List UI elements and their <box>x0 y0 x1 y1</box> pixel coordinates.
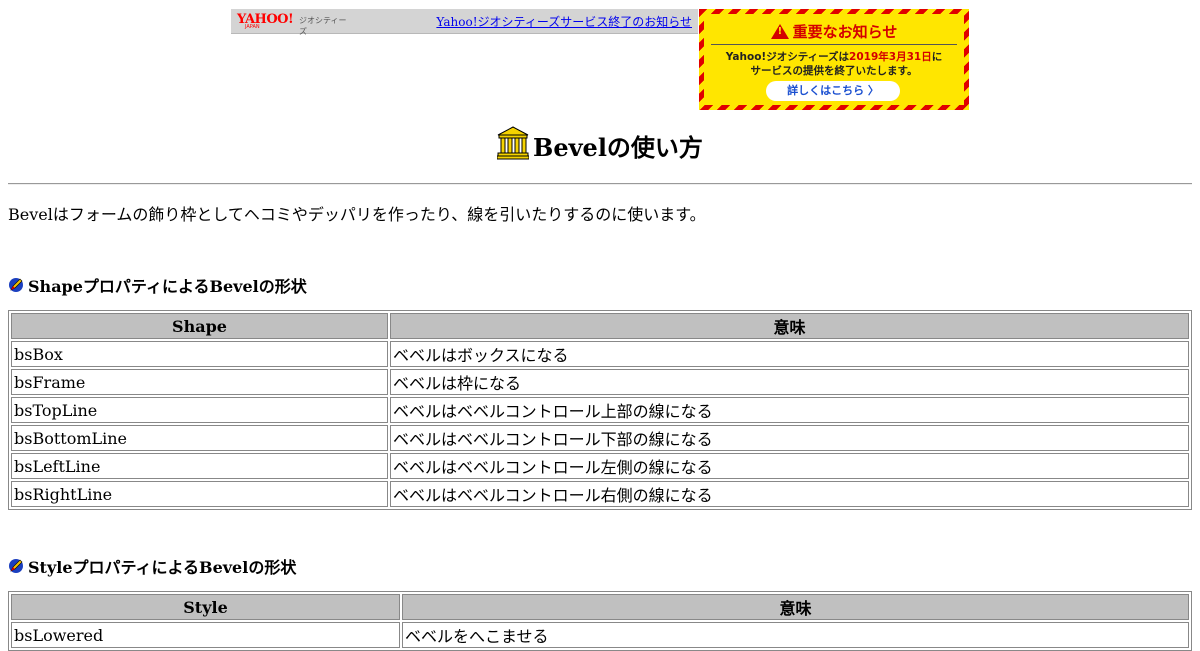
shape-value: bsRightLine <box>11 481 388 507</box>
style-section-heading: StyleプロパティによるBevelの形状 <box>28 558 297 577</box>
notice-panel: ! 重要なお知らせ Yahoo!ジオシティーズは2019年3月31日に サービスの… <box>704 14 964 105</box>
yahoo-logo[interactable]: YAHOO! JAPAN ジオシティーズ <box>237 12 349 36</box>
table-row: bsFrame ベベルは枠になる <box>11 369 1189 395</box>
table-row: bsRightLine ベベルはベベルコントロール右側の線になる <box>11 481 1189 507</box>
table-row: bsLowered ベベルをへこませる <box>11 622 1189 648</box>
shape-meaning: ベベルはボックスになる <box>390 341 1189 367</box>
yahoo-logo-service: ジオシティーズ <box>299 16 347 36</box>
table-row: bsBottomLine ベベルはベベルコントロール下部の線になる <box>11 425 1189 451</box>
warning-icon: ! <box>770 24 789 39</box>
yahoo-geocities-bar: YAHOO! JAPAN ジオシティーズ Yahoo!ジオシティーズサービス終了… <box>231 9 698 36</box>
pencil-icon <box>8 558 24 574</box>
shape-value: bsLeftLine <box>11 453 388 479</box>
style-table: Style 意味 bsLowered ベベルをへこませる <box>8 591 1192 651</box>
column-header-shape: Shape <box>11 313 388 339</box>
shape-value: bsBox <box>11 341 388 367</box>
notice-body: Yahoo!ジオシティーズは2019年3月31日に サービスの提供を終了いたしま… <box>704 50 964 78</box>
table-header-row: Shape 意味 <box>11 313 1189 339</box>
shape-value: bsTopLine <box>11 397 388 423</box>
shape-meaning: ベベルは枠になる <box>390 369 1189 395</box>
notice-details-button[interactable]: 詳しくはこちら 〉 <box>766 81 900 101</box>
shape-meaning: ベベルはベベルコントロール上部の線になる <box>390 397 1189 423</box>
intro-text: Bevelはフォームの飾り枠としてヘコミやデッパリを作ったり、線を引いたりするの… <box>8 205 706 224</box>
table-row: bsTopLine ベベルはベベルコントロール上部の線になる <box>11 397 1189 423</box>
notice-divider <box>711 44 957 45</box>
shape-meaning: ベベルはベベルコントロール下部の線になる <box>390 425 1189 451</box>
shape-table: Shape 意味 bsBox ベベルはボックスになる bsFrame ベベルは枠… <box>8 310 1192 510</box>
table-row: bsBox ベベルはボックスになる <box>11 341 1189 367</box>
shape-value: bsFrame <box>11 369 388 395</box>
notice-line2: サービスの提供を終了いたします。 <box>750 65 918 77</box>
horizontal-rule <box>8 183 1192 185</box>
shape-section-heading: ShapeプロパティによるBevelの形状 <box>28 277 307 296</box>
yahoo-logo-sub: JAPAN <box>245 24 260 30</box>
table-header-row: Style 意味 <box>11 594 1189 620</box>
notice-title-row: ! 重要なお知らせ <box>704 21 964 42</box>
notice-line1-a: Yahoo!ジオシティーズは <box>725 51 850 63</box>
style-meaning: ベベルをへこませる <box>402 622 1189 648</box>
column-header-meaning: 意味 <box>390 313 1189 339</box>
notice-title: 重要なお知らせ <box>792 23 898 41</box>
shape-section-heading-row: ShapeプロパティによるBevelの形状 <box>8 273 307 297</box>
style-value: bsLowered <box>11 622 400 648</box>
notice-end-date: 2019年3月31日 <box>849 51 932 63</box>
important-notice-banner[interactable]: ! 重要なお知らせ Yahoo!ジオシティーズは2019年3月31日に サービスの… <box>699 9 969 110</box>
notice-line1-b: に <box>931 51 943 63</box>
shape-meaning: ベベルはベベルコントロール左側の線になる <box>390 453 1189 479</box>
table-row: bsLeftLine ベベルはベベルコントロール左側の線になる <box>11 453 1189 479</box>
page-title-row: Bevelの使い方 <box>0 126 1200 163</box>
page-title: Bevelの使い方 <box>533 133 703 162</box>
column-header-meaning: 意味 <box>402 594 1189 620</box>
building-icon <box>496 126 530 160</box>
column-header-style: Style <box>11 594 400 620</box>
service-end-notice-link[interactable]: Yahoo!ジオシティーズサービス終了のお知らせ <box>436 13 692 30</box>
shape-value: bsBottomLine <box>11 425 388 451</box>
shape-meaning: ベベルはベベルコントロール右側の線になる <box>390 481 1189 507</box>
style-section-heading-row: StyleプロパティによるBevelの形状 <box>8 554 296 578</box>
pencil-icon <box>8 277 24 293</box>
